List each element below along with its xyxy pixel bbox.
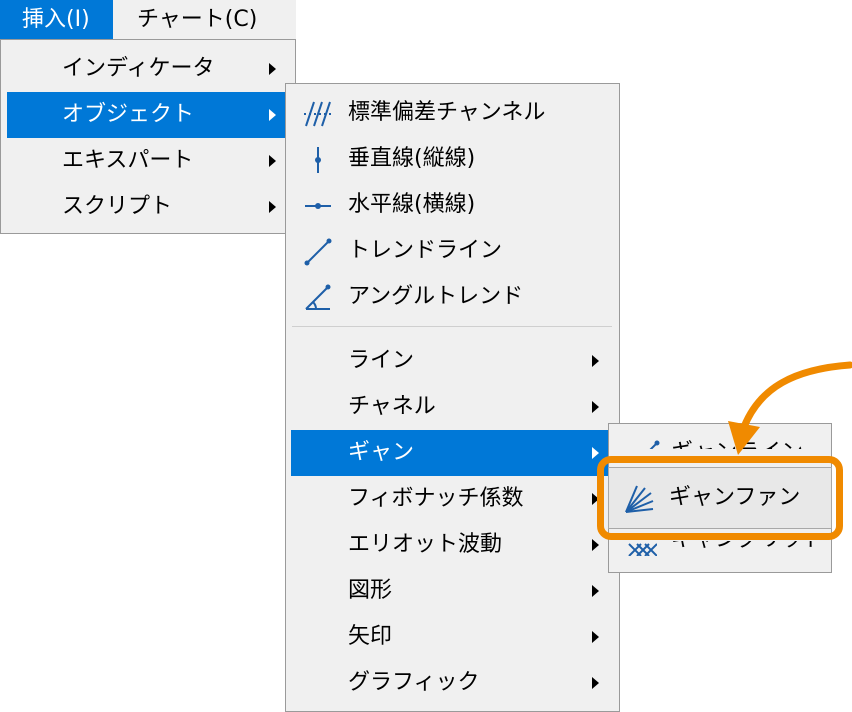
submenu-arrow-icon (269, 63, 276, 75)
menu-item-label: 矢印 (348, 624, 393, 649)
menu-item-elliott[interactable]: エリオット波動 (291, 522, 614, 568)
menu-item-vertical-line[interactable]: 垂直線(縦線) (291, 136, 614, 182)
gann-grid-icon (628, 543, 657, 556)
submenu-arrow-icon (592, 447, 599, 459)
menu-item-label: ギャン (348, 440, 415, 465)
menu-item-graphics[interactable]: グラフィック (291, 660, 614, 706)
submenu-arrow-icon (269, 109, 276, 121)
menu-item-lines[interactable]: ライン (291, 338, 614, 384)
menu-item-trendline[interactable]: トレンドライン (291, 228, 614, 274)
angle-trend-icon (305, 284, 331, 310)
menu-item-label: インディケータ (62, 56, 215, 81)
menu-item-label: チャネル (348, 394, 436, 419)
submenu-arrow-icon (592, 355, 599, 367)
menu-item-std-deviation-channel[interactable]: 標準偏差チャンネル (291, 90, 614, 136)
callout-arrow-icon (728, 361, 852, 455)
menu-item-scripts[interactable]: スクリプト (7, 184, 289, 230)
menu-item-label: 水平線(横線) (348, 192, 476, 217)
submenu-arrow-icon (269, 201, 276, 213)
horizontal-line-icon (305, 203, 331, 209)
menu-item-label: エリオット波動 (348, 532, 503, 557)
menu-item-angle-trend[interactable]: アングルトレンド (291, 274, 614, 320)
menu-item-label: ライン (348, 348, 415, 373)
menu-item-label: スクリプト (62, 194, 173, 219)
menu-item-label: ギャングリッド (671, 541, 821, 563)
trendline-icon (304, 238, 332, 266)
menu-item-label: フィボナッチ係数 (348, 486, 524, 511)
menu-chart[interactable]: チャート(C) (113, 0, 296, 39)
menu-item-shapes[interactable]: 図形 (291, 568, 614, 614)
menu-item-label: 垂直線(縦線) (348, 146, 476, 171)
menu-item-gann[interactable]: ギャン (291, 430, 614, 476)
callout-highlight-box (597, 456, 843, 540)
menu-item-label: 標準偏差チャンネル (348, 100, 546, 125)
menu-item-fibonacci[interactable]: フィボナッチ係数 (291, 476, 614, 522)
submenu-arrow-icon (592, 677, 599, 689)
menu-separator (292, 326, 612, 327)
objects-menu: 標準偏差チャンネル 垂直線(縦線) 水平線(横線) トレンドライン アングルトレ… (285, 83, 620, 712)
menu-bar: 挿入(I) チャート(C) (0, 0, 296, 39)
menu-item-label: 図形 (348, 578, 393, 603)
menu-item-gann-grid[interactable]: ギャングリッド (621, 541, 821, 563)
std-deviation-channel-icon (304, 101, 332, 127)
submenu-arrow-icon (592, 585, 599, 597)
submenu-arrow-icon (592, 401, 599, 413)
menu-item-channels[interactable]: チャネル (291, 384, 614, 430)
gann-line-icon (649, 440, 660, 449)
submenu-arrow-icon (592, 539, 599, 551)
insert-menu: インディケータ オブジェクト エキスパート スクリプト (0, 39, 296, 234)
menu-item-label: グラフィック (348, 670, 480, 695)
menu-item-label: トレンドライン (348, 238, 503, 263)
submenu-arrow-icon (269, 155, 276, 167)
vertical-line-icon (315, 147, 321, 173)
menu-insert[interactable]: 挿入(I) (0, 0, 113, 39)
menu-item-horizontal-line[interactable]: 水平線(横線) (291, 182, 614, 228)
menu-item-label: アングルトレンド (348, 284, 524, 309)
menu-item-label: オブジェクト (62, 102, 195, 127)
menu-item-indicators[interactable]: インディケータ (7, 46, 289, 92)
menu-item-experts[interactable]: エキスパート (7, 138, 289, 184)
submenu-arrow-icon (592, 631, 599, 643)
menu-item-arrows[interactable]: 矢印 (291, 614, 614, 660)
menu-item-objects[interactable]: オブジェクト (7, 92, 289, 138)
menu-item-label: エキスパート (62, 148, 194, 173)
